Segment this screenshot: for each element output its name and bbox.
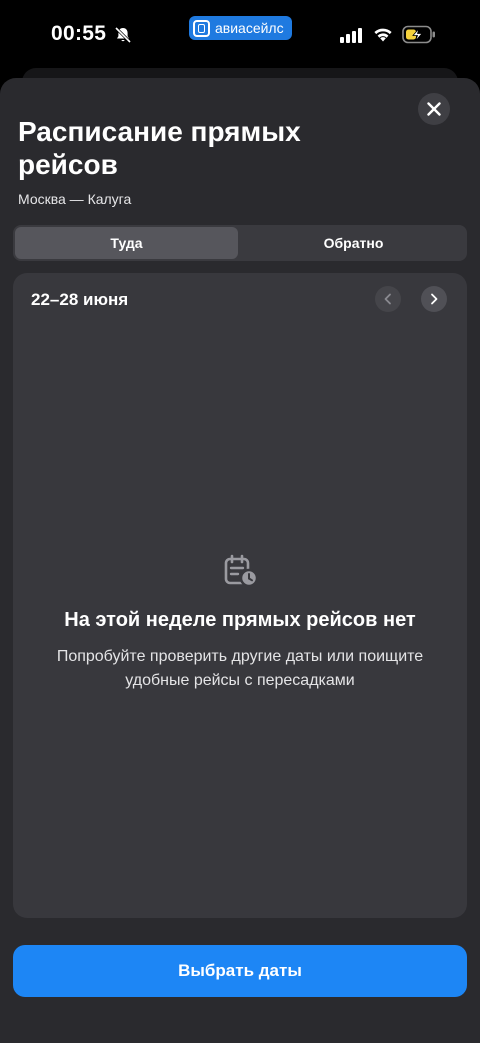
wifi-icon [374, 28, 392, 42]
page-title: Расписание прямых рейсов [18, 116, 301, 180]
status-time: 00:55 [51, 22, 107, 45]
route-subtitle: Москва — Калуга [18, 191, 132, 207]
app-indicator-pill[interactable]: авиасейлс [189, 16, 292, 40]
signal-icon [340, 28, 362, 43]
select-dates-button[interactable]: Выбрать даты [13, 945, 467, 997]
bell-slash-icon [114, 26, 132, 44]
week-schedule-card: 22–28 июня На этой неделе прямых рейсов … [13, 273, 467, 918]
direction-segmented-control: Туда Обратно [13, 225, 467, 261]
empty-state-title: На этой неделе прямых рейсов нет [64, 609, 416, 631]
app-logo-icon [193, 19, 210, 37]
chevron-right-icon [431, 293, 438, 305]
close-button[interactable] [418, 93, 450, 125]
week-range-label: 22–28 июня [31, 290, 129, 309]
app-indicator-label: авиасейлс [215, 20, 284, 36]
next-week-button[interactable] [421, 286, 447, 312]
tab-outbound[interactable]: Туда [15, 227, 238, 259]
chevron-left-icon [384, 293, 391, 305]
calendar-clock-icon [224, 554, 259, 588]
previous-week-button[interactable] [375, 286, 401, 312]
battery-charging-icon [402, 25, 435, 44]
close-icon [427, 102, 441, 116]
status-bar: 00:55 авиасейлс [0, 0, 480, 66]
tab-return[interactable]: Обратно [242, 227, 465, 259]
empty-state-text: Попробуйте проверить другие даты или пои… [56, 648, 424, 689]
